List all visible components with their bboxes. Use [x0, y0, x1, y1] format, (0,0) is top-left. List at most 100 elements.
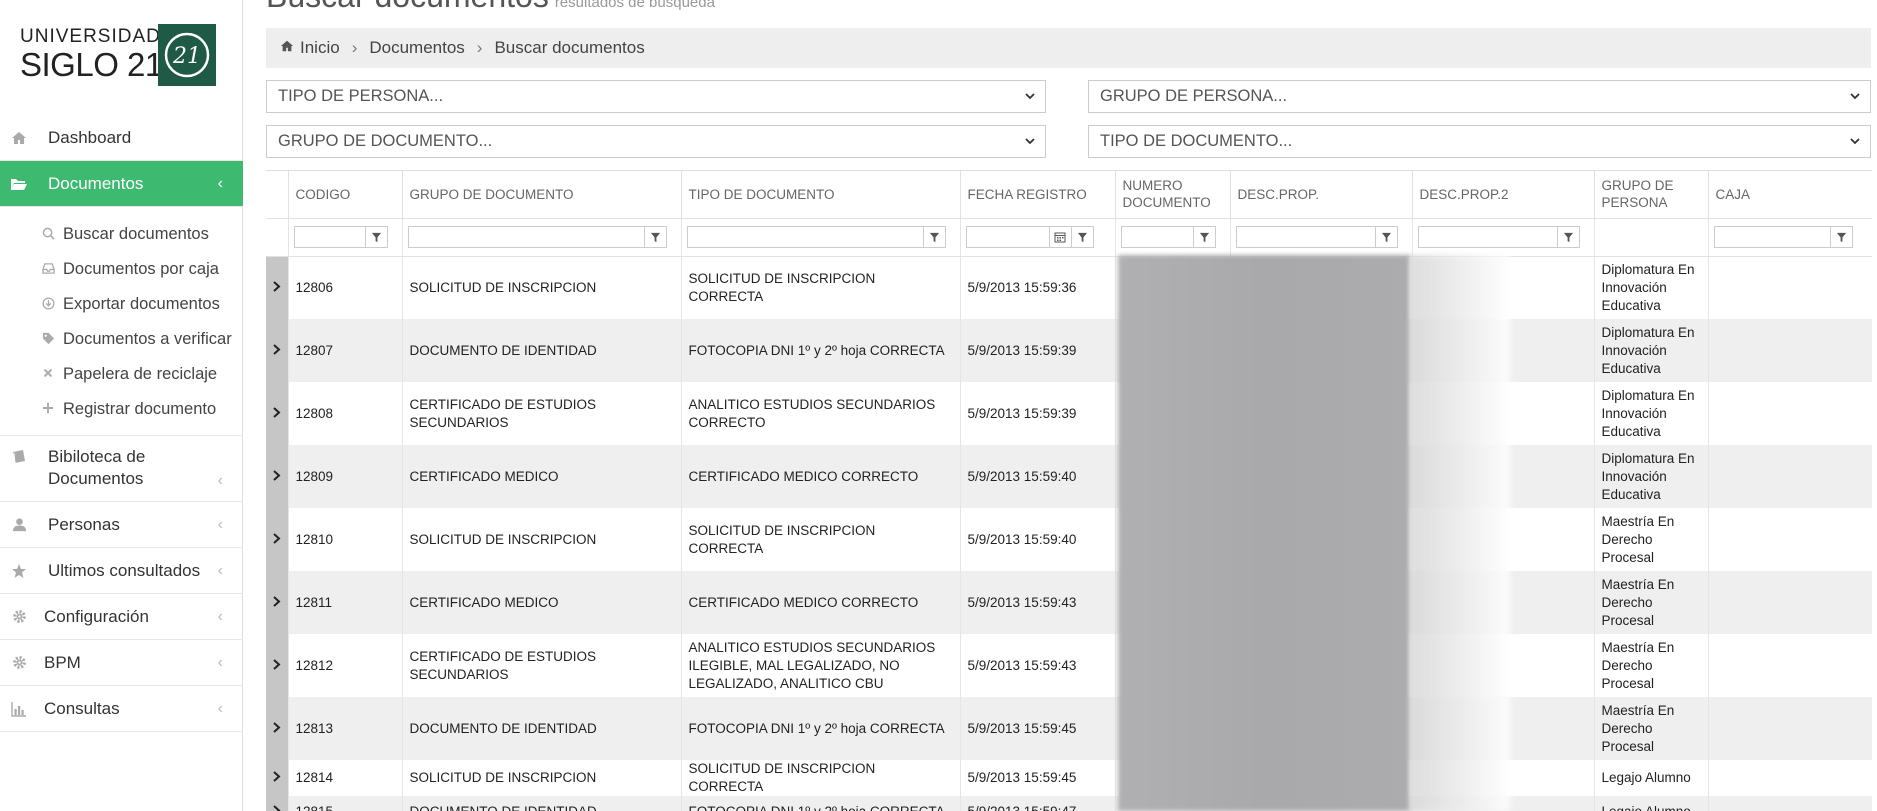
- column-header-caja[interactable]: CAJA: [1708, 171, 1872, 219]
- submenu-item-papelera[interactable]: Papelera de reciclaje: [0, 357, 243, 392]
- expand-row-button[interactable]: [266, 571, 289, 634]
- expand-row-button[interactable]: [266, 760, 289, 796]
- filter-icon[interactable]: [1071, 226, 1094, 248]
- cell-tipo-documento: ANALITICO ESTUDIOS SECUNDARIOS ILEGIBLE,…: [681, 634, 961, 697]
- column-header-numero-documento[interactable]: NUMERO DOCUMENTO: [1115, 171, 1231, 219]
- column-header-codigo[interactable]: CODIGO: [288, 171, 403, 219]
- submenu-item-verificar[interactable]: Documentos a verificar: [0, 322, 243, 357]
- chevron-left-icon: ‹: [217, 699, 223, 717]
- sidebar-item-configuracion[interactable]: Configuración ‹: [0, 594, 243, 640]
- expand-row-button[interactable]: [266, 256, 289, 319]
- chevron-right-icon: [272, 343, 281, 358]
- table-row[interactable]: 12806 SOLICITUD DE INSCRIPCION SOLICITUD D…: [266, 256, 1872, 319]
- column-header-fecha-registro[interactable]: FECHA REGISTRO: [960, 171, 1116, 219]
- filter-icon[interactable]: [644, 226, 667, 248]
- codigo-filter-input[interactable]: [293, 226, 366, 248]
- numero-documento-filter-input[interactable]: [1120, 226, 1194, 248]
- main-content: Buscar documentosresultados de búsqueda …: [244, 0, 1877, 811]
- filter-icon[interactable]: [923, 226, 946, 248]
- gear-icon: [10, 608, 28, 626]
- submenu-item-label: Documentos por caja: [63, 260, 219, 278]
- table-row[interactable]: 12814 SOLICITUD DE INSCRIPCION SOLICITUD D…: [266, 760, 1872, 796]
- filter-icon[interactable]: [1193, 226, 1216, 248]
- desc-prop-2-filter-input[interactable]: [1417, 226, 1558, 248]
- sidebar-nav: Dashboard Documentos ‹ Buscar documentos: [0, 115, 243, 732]
- submenu-item-buscar[interactable]: Buscar documentos: [0, 217, 243, 252]
- tipo-persona-select[interactable]: TIPO DE PERSONA...: [266, 80, 1046, 113]
- grupo-documento-filter-input[interactable]: [407, 226, 645, 248]
- cell-fecha-registro: 5/9/2013 15:59:40: [960, 508, 1116, 571]
- cell-fecha-registro: 5/9/2013 15:59:39: [960, 319, 1116, 382]
- column-header-desc-prop-2[interactable]: DESC.PROP.2: [1412, 171, 1595, 219]
- column-header-tipo-documento[interactable]: TIPO DE DOCUMENTO: [681, 171, 961, 219]
- filter-icon[interactable]: [365, 226, 388, 248]
- expand-row-button[interactable]: [266, 796, 289, 811]
- grupo-persona-select[interactable]: GRUPO DE PERSONA...: [1088, 80, 1871, 113]
- tipo-documento-select[interactable]: TIPO DE DOCUMENTO...: [1088, 125, 1871, 158]
- page-title-text: Buscar documentos: [266, 0, 549, 14]
- filter-cell: [1412, 218, 1595, 257]
- expand-row-button[interactable]: [266, 319, 289, 382]
- expand-row-button[interactable]: [266, 508, 289, 571]
- desc-prop-filter-input[interactable]: [1235, 226, 1376, 248]
- tipo-documento-filter-input[interactable]: [686, 226, 924, 248]
- filter-icon[interactable]: [1557, 226, 1580, 248]
- column-header-desc-prop[interactable]: DESC.PROP.: [1230, 171, 1413, 219]
- filter-icon[interactable]: [1830, 226, 1853, 248]
- submenu-item-exportar[interactable]: Exportar documentos: [0, 287, 243, 322]
- sidebar-item-biblioteca[interactable]: Bibiloteca de Documentos ‹: [0, 436, 243, 502]
- cell-grupo-persona: Legajo Alumno: [1594, 760, 1709, 796]
- cell-caja: [1708, 508, 1872, 571]
- sidebar-item-label: Documentos: [48, 173, 144, 193]
- table-row[interactable]: 12807 DOCUMENTO DE IDENTIDAD FOTOCOPIA DNI…: [266, 319, 1872, 382]
- filter-cell: [1115, 218, 1231, 257]
- plus-icon: [40, 402, 56, 417]
- fecha-registro-filter-input[interactable]: [965, 226, 1050, 248]
- sidebar-item-documentos[interactable]: Documentos ‹: [0, 161, 243, 207]
- sidebar: UNIVERSIDAD SIGLO 21 21 Dashboard Docume…: [0, 0, 243, 811]
- table-row[interactable]: 12813 DOCUMENTO DE IDENTIDAD FOTOCOPIA DNI…: [266, 697, 1872, 760]
- breadcrumb-separator-icon: ›: [351, 38, 358, 57]
- table-row[interactable]: 12810 SOLICITUD DE INSCRIPCION SOLICITUD D…: [266, 508, 1872, 571]
- sidebar-item-dashboard[interactable]: Dashboard: [0, 115, 243, 161]
- table-row[interactable]: 12812 CERTIFICADO DE ESTUDIOS SECUNDARIOS…: [266, 634, 1872, 697]
- sidebar-item-consultas[interactable]: Consultas ‹: [0, 686, 243, 732]
- table-row[interactable]: 12815DOCUMENTO DE IDENTIDADFOTOCOPIA DNI…: [266, 796, 1872, 811]
- submenu-item-registrar[interactable]: Registrar documento: [0, 392, 243, 427]
- cell-grupo-documento: CERTIFICADO DE ESTUDIOS SECUNDARIOS: [402, 634, 682, 697]
- download-icon: [40, 296, 56, 313]
- breadcrumb-home-link[interactable]: Inicio: [300, 38, 340, 58]
- filter-icon[interactable]: [1375, 226, 1398, 248]
- column-header-grupo-documento[interactable]: GRUPO DE DOCUMENTO: [402, 171, 682, 219]
- table-row[interactable]: 12809 CERTIFICADO MEDICO CERTIFICADO MEDIC…: [266, 445, 1872, 508]
- table-row[interactable]: 12811 CERTIFICADO MEDICO CERTIFICADO MEDIC…: [266, 571, 1872, 634]
- sidebar-item-bpm[interactable]: BPM ‹: [0, 640, 243, 686]
- calendar-icon[interactable]: [1049, 226, 1072, 248]
- grupo-documento-select[interactable]: GRUPO DE DOCUMENTO...: [266, 125, 1046, 158]
- chevron-left-icon: ‹: [217, 653, 223, 671]
- cell-grupo-documento: SOLICITUD DE INSCRIPCION: [402, 760, 682, 796]
- cell-fecha-registro: 5/9/2013 15:59:47: [960, 796, 1116, 811]
- sidebar-item-ultimos[interactable]: Ultimos consultados ‹: [0, 548, 243, 594]
- inbox-icon: [40, 262, 56, 278]
- cell-grupo-persona: Diplomatura En Innovación Educativa: [1594, 319, 1709, 382]
- cell-tipo-documento: CERTIFICADO MEDICO CORRECTO: [681, 571, 961, 634]
- cell-caja: [1708, 796, 1872, 811]
- expand-row-button[interactable]: [266, 634, 289, 697]
- table-row[interactable]: 12808 CERTIFICADO DE ESTUDIOS SECUNDARIOS…: [266, 382, 1872, 445]
- column-header-grupo-persona[interactable]: GRUPO DE PERSONA: [1594, 171, 1709, 219]
- cell-tipo-documento: FOTOCOPIA DNI 1º y 2º hoja CORRECTA: [681, 319, 961, 382]
- chevron-left-icon: ‹: [217, 561, 223, 579]
- submenu-item-por-caja[interactable]: Documentos por caja: [0, 252, 243, 287]
- sidebar-item-personas[interactable]: Personas ‹: [0, 502, 243, 548]
- expand-row-button[interactable]: [266, 697, 289, 760]
- expand-row-button[interactable]: [266, 445, 289, 508]
- cell-codigo: 12806: [288, 256, 403, 319]
- breadcrumb-documentos-link[interactable]: Documentos: [369, 38, 464, 58]
- caja-filter-input[interactable]: [1713, 226, 1831, 248]
- expand-row-button[interactable]: [266, 382, 289, 445]
- chevron-right-icon: [272, 280, 281, 295]
- cell-caja: [1708, 697, 1872, 760]
- cell-codigo: 12813: [288, 697, 403, 760]
- university-logo[interactable]: UNIVERSIDAD SIGLO 21 21: [8, 14, 225, 102]
